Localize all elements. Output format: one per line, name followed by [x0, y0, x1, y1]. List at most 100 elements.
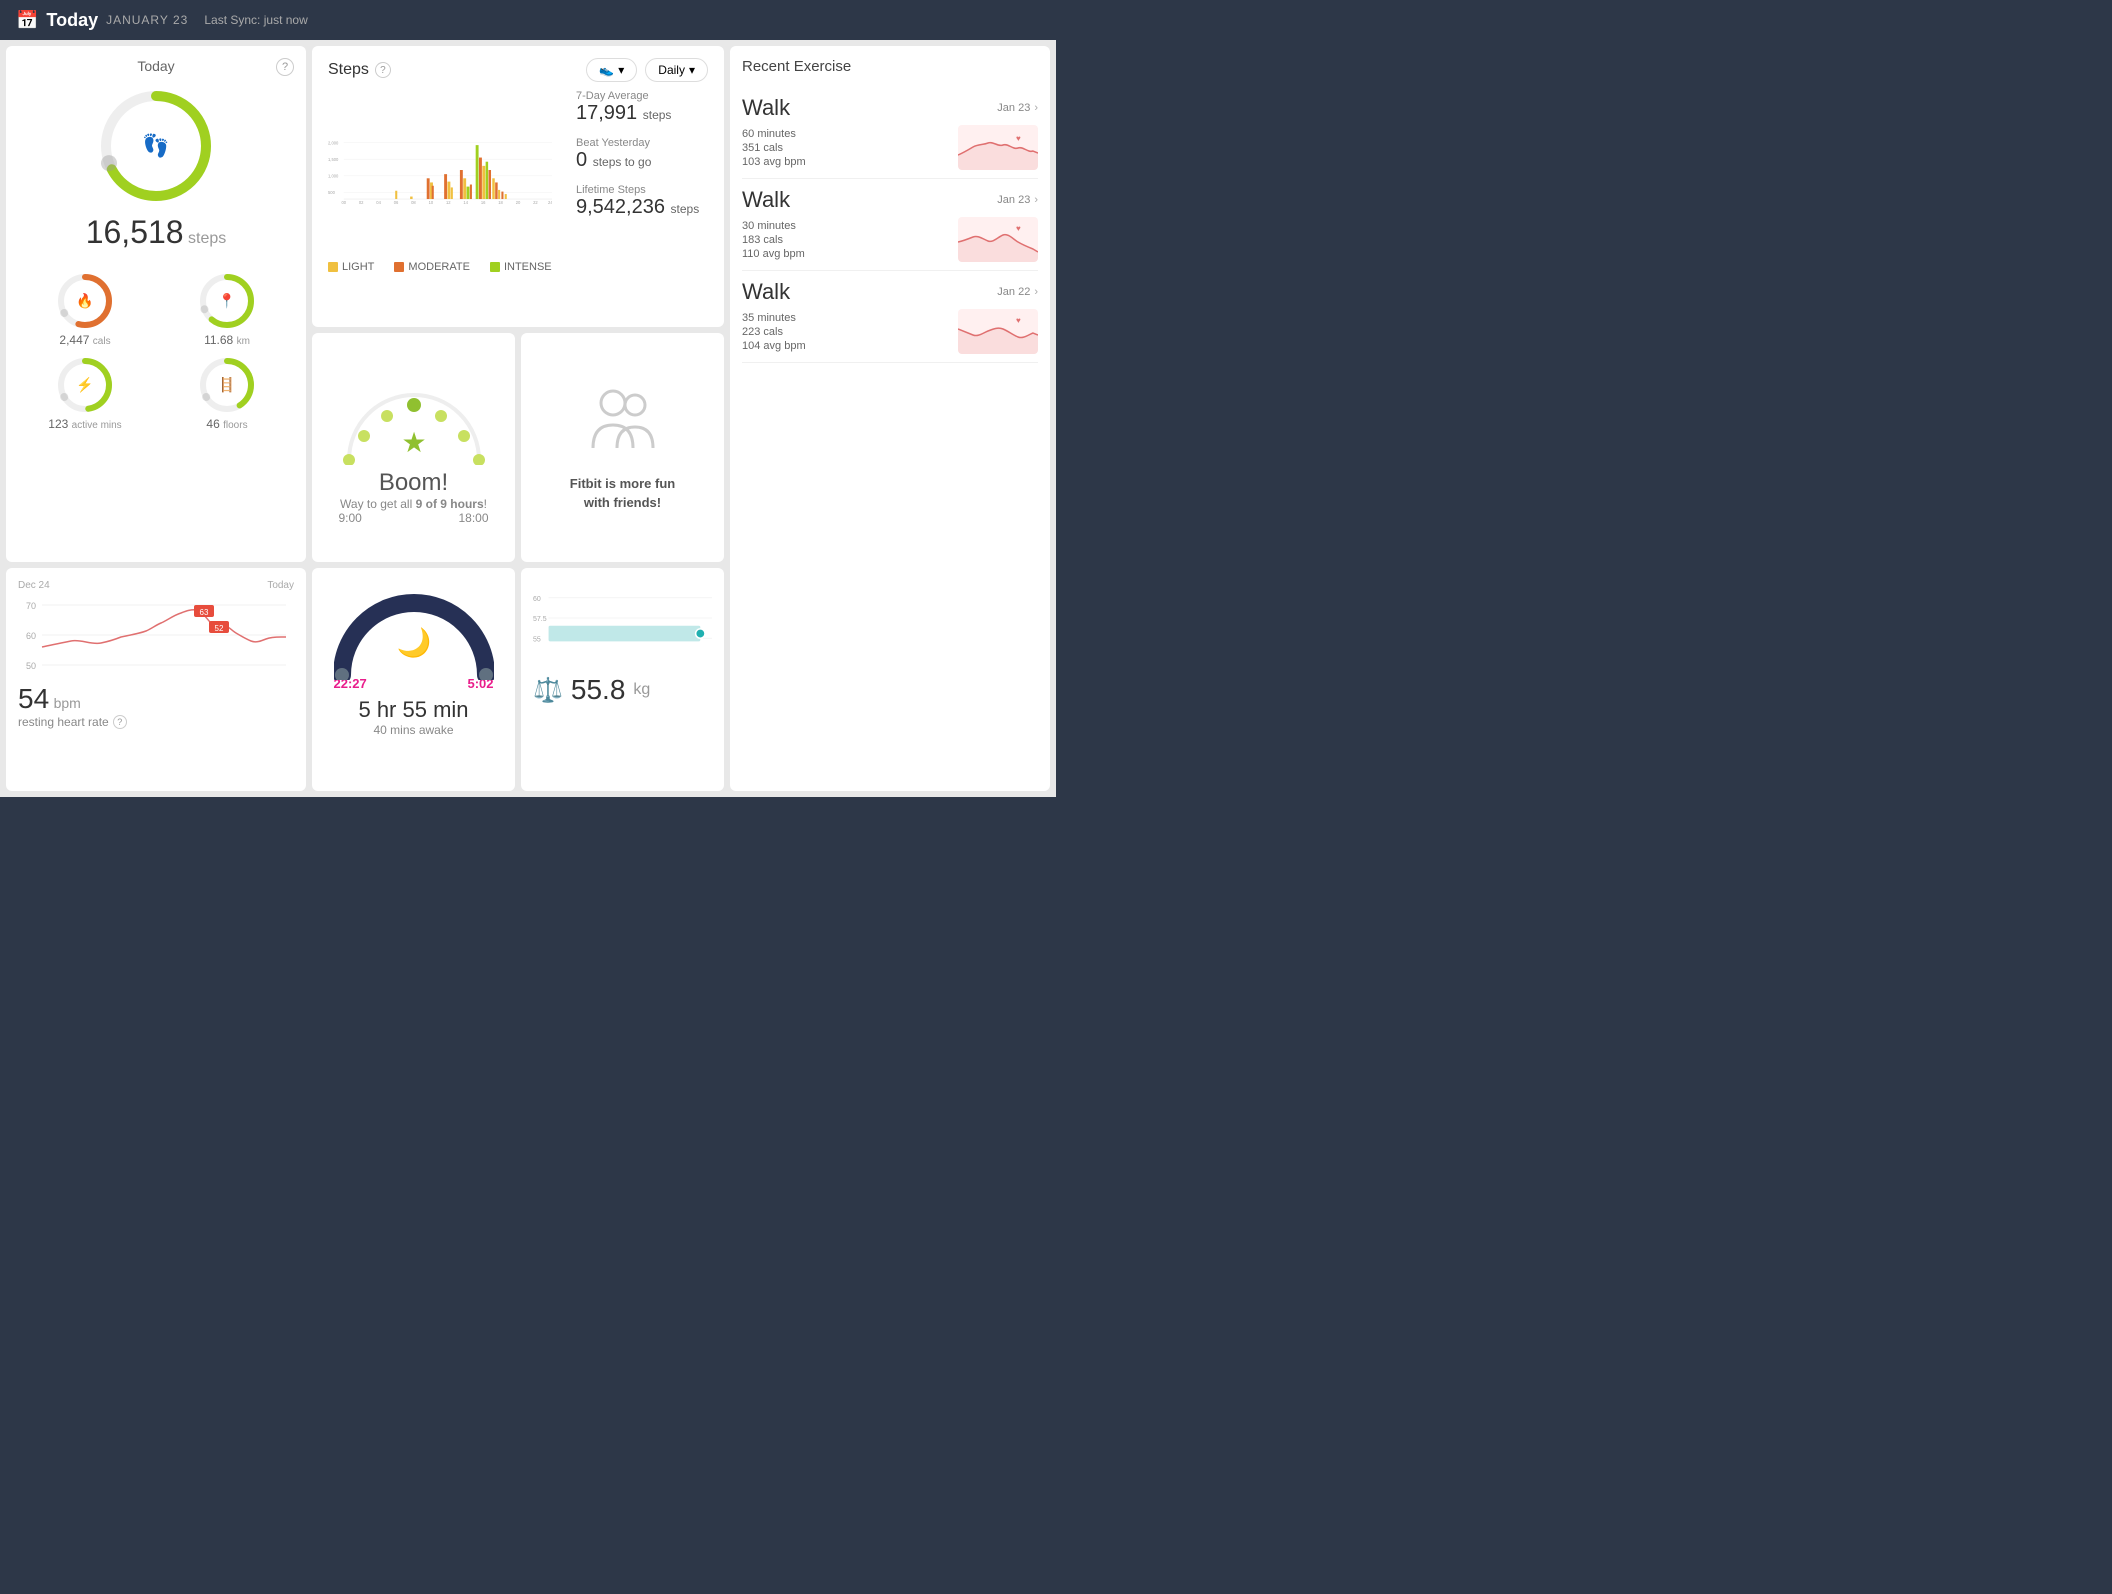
boom-arc: ★: [339, 370, 489, 465]
svg-text:24: 24: [548, 200, 552, 205]
exercise-3-spark: ♥: [958, 309, 1038, 354]
svg-text:14: 14: [463, 200, 468, 205]
weight-value-area: ⚖️ 55.8 kg: [533, 674, 712, 706]
steps-stats: 7-Day Average 17,991 steps Beat Yesterda…: [568, 90, 708, 273]
sleep-awake: 40 mins awake: [373, 723, 453, 737]
chart-controls: 👟 ▾ Daily ▾: [586, 58, 708, 82]
beat-label: Beat Yesterday: [576, 137, 708, 149]
weight-card: 60 57.5 55 ⚖️ 55.8 kg: [521, 568, 724, 791]
cals-value: 2,447 cals: [59, 333, 110, 347]
weight-value: 55.8: [571, 674, 626, 706]
avg-stat: 7-Day Average 17,991 steps: [576, 90, 708, 125]
exercise-3-date: Jan 22 ›: [997, 286, 1038, 298]
chart-area: 2,000 1,500 1,000 500 00 02 04 06: [328, 90, 552, 273]
legend-intense: INTENSE: [490, 261, 552, 273]
boom-card: ★ Boom! Way to get all 9 of 9 hours! 9:0…: [312, 333, 515, 562]
active-stat: ⚡ 123 active mins: [18, 355, 152, 431]
steps-unit: steps: [188, 230, 226, 247]
svg-text:1,500: 1,500: [328, 157, 339, 162]
header-date: JANUARY 23: [106, 13, 188, 27]
exercise-item-1[interactable]: Walk Jan 23 › 60 minutes 351 cals 103 av…: [742, 87, 1038, 179]
lifetime-label: Lifetime Steps: [576, 184, 708, 196]
steps-chart-title: Steps ?: [328, 61, 391, 79]
exercise-item-3-header: Walk Jan 22 ›: [742, 279, 1038, 305]
exercise-title: Recent Exercise: [742, 58, 1038, 75]
steps-help-icon[interactable]: ?: [375, 62, 391, 78]
svg-text:52: 52: [215, 624, 224, 633]
today-label: Today: [46, 10, 98, 31]
svg-text:70: 70: [26, 601, 36, 611]
exercise-item-3[interactable]: Walk Jan 22 › 35 minutes 223 cals 104 av…: [742, 271, 1038, 363]
svg-text:♥: ♥: [1016, 224, 1021, 233]
lifetime-stat: Lifetime Steps 9,542,236 steps: [576, 184, 708, 219]
svg-text:2,000: 2,000: [328, 140, 339, 145]
exercise-3-name: Walk: [742, 279, 790, 305]
boom-times: 9:00 18:00: [339, 511, 489, 525]
distance-value: 11.68 km: [204, 333, 250, 347]
exercise-1-stats: 60 minutes 351 cals 103 avg bpm: [742, 128, 950, 168]
floors-ring: 🪜: [197, 355, 257, 415]
hr-unit: bpm: [54, 695, 81, 711]
distance-stat: 📍 11.68 km: [160, 271, 294, 347]
hr-help-icon[interactable]: ?: [113, 715, 127, 729]
active-icon: ⚡: [76, 377, 93, 394]
svg-text:06: 06: [394, 200, 399, 205]
hr-chart: 70 60 50 63 52: [18, 595, 294, 675]
lifetime-value: 9,542,236 steps: [576, 196, 708, 219]
period-selector[interactable]: Daily ▾: [645, 58, 708, 82]
avg-value: 17,991 steps: [576, 102, 708, 125]
sleep-card: 🌙 22:27 5:02 5 hr 55 min 40 mins awake: [312, 568, 515, 791]
svg-text:16: 16: [481, 200, 486, 205]
today-help-icon[interactable]: ?: [276, 58, 294, 76]
svg-text:50: 50: [26, 661, 36, 671]
bottom-middle: 🌙 22:27 5:02 5 hr 55 min 40 mins awake 6…: [312, 568, 724, 791]
distance-ring: 📍: [197, 271, 257, 331]
svg-text:10: 10: [429, 200, 434, 205]
steps-value: 16,518: [86, 214, 184, 250]
svg-text:🌙: 🌙: [396, 626, 431, 659]
cals-icon: 🔥: [76, 293, 93, 310]
cals-ring: 🔥: [55, 271, 115, 331]
today-card: Today ? 👣 16,518 steps: [6, 46, 306, 562]
friends-figure-1: [583, 383, 663, 463]
friends-icons: [583, 383, 663, 463]
steps-icon: 👣: [142, 133, 169, 159]
middle-row: ★ Boom! Way to get all 9 of 9 hours! 9:0…: [312, 333, 724, 562]
exercise-2-date: Jan 23 ›: [997, 194, 1038, 206]
device-icon: 👟: [599, 63, 614, 77]
exercise-3-stats: 35 minutes 223 cals 104 avg bpm: [742, 312, 950, 352]
mini-stats-grid: 🔥 2,447 cals 📍 11.68: [18, 271, 294, 431]
hr-value: 54: [18, 683, 49, 714]
cals-stat: 🔥 2,447 cals: [18, 271, 152, 347]
exercise-2-chevron: ›: [1034, 194, 1038, 206]
steps-chart-body: 2,000 1,500 1,000 500 00 02 04 06: [328, 90, 708, 273]
active-value: 123 active mins: [48, 417, 121, 431]
svg-text:63: 63: [200, 608, 209, 617]
active-ring: ⚡: [55, 355, 115, 415]
header-title: 📅 Today JANUARY 23: [16, 10, 188, 31]
period-chevron: ▾: [689, 63, 695, 77]
exercise-2-name: Walk: [742, 187, 790, 213]
svg-text:08: 08: [411, 200, 416, 205]
svg-text:★: ★: [401, 427, 426, 458]
svg-text:♥: ♥: [1016, 316, 1021, 325]
svg-text:02: 02: [359, 200, 364, 205]
hr-dates: Dec 24 Today: [18, 580, 294, 591]
steps-chart-header: Steps ? 👟 ▾ Daily ▾: [328, 58, 708, 82]
distance-icon: 📍: [218, 293, 235, 310]
device-selector[interactable]: 👟 ▾: [586, 58, 637, 82]
boom-title: Boom!: [379, 469, 448, 497]
weight-unit: kg: [633, 681, 650, 699]
floors-icon: 🪜: [218, 377, 235, 394]
exercise-1-name: Walk: [742, 95, 790, 121]
floors-value: 46 floors: [206, 417, 247, 431]
exercise-item-2[interactable]: Walk Jan 23 › 30 minutes 183 cals 110 av…: [742, 179, 1038, 271]
exercise-item-2-header: Walk Jan 23 ›: [742, 187, 1038, 213]
weight-icon: ⚖️: [533, 676, 563, 705]
beat-stat: Beat Yesterday 0 steps to go: [576, 137, 708, 172]
svg-text:55: 55: [533, 636, 541, 643]
svg-text:12: 12: [446, 200, 451, 205]
svg-text:18: 18: [498, 200, 503, 205]
steps-count-area: 16,518 steps: [86, 214, 227, 251]
legend-moderate: MODERATE: [394, 261, 470, 273]
